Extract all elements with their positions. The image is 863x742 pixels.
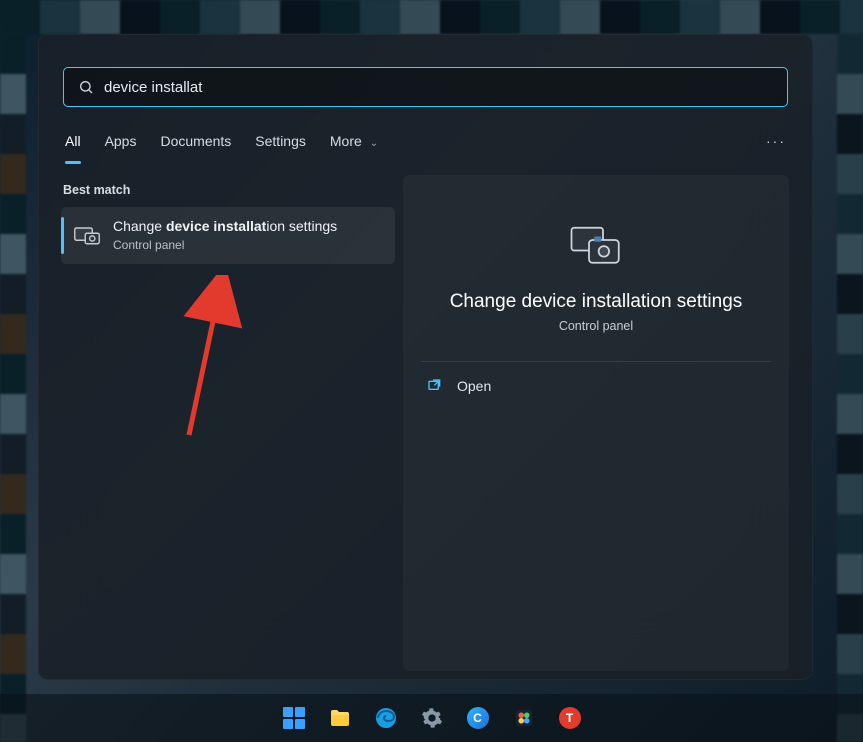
taskbar-app-colorful[interactable] xyxy=(510,704,538,732)
device-settings-icon xyxy=(73,221,101,249)
preview-title: Change device installation settings xyxy=(450,291,743,313)
search-icon xyxy=(78,79,94,95)
start-search-panel: All Apps Documents Settings More ⌄ ··· B… xyxy=(38,34,813,680)
result-change-device-installation-settings[interactable]: Change device installation settings Cont… xyxy=(61,207,395,264)
colorful-app-icon xyxy=(513,707,535,729)
result-preview-panel: Change device installation settings Cont… xyxy=(403,175,789,671)
result-title-suffix: ion settings xyxy=(266,218,337,234)
device-settings-large-icon xyxy=(568,221,624,273)
result-title-match: device installat xyxy=(166,218,266,234)
taskbar-cortana[interactable]: C xyxy=(464,704,492,732)
desktop-wallpaper-right xyxy=(837,34,863,742)
preview-subtitle: Control panel xyxy=(559,319,633,333)
result-title: Change device installation settings xyxy=(113,218,337,236)
tab-more-label: More xyxy=(330,133,362,149)
preview-header: Change device installation settings Cont… xyxy=(421,193,771,355)
tab-documents[interactable]: Documents xyxy=(160,133,231,149)
taskbar-edge[interactable] xyxy=(372,704,400,732)
result-subtitle: Control panel xyxy=(113,238,337,253)
filter-tabs: All Apps Documents Settings More ⌄ ··· xyxy=(63,127,788,164)
divider xyxy=(421,361,771,362)
open-icon xyxy=(427,378,443,394)
edge-icon xyxy=(374,706,398,730)
search-box[interactable] xyxy=(63,67,788,107)
annotation-arrow xyxy=(149,275,249,445)
more-options-button[interactable]: ··· xyxy=(766,133,786,149)
taskbar-start-button[interactable] xyxy=(280,704,308,732)
windows-logo-icon xyxy=(283,707,305,729)
tab-apps[interactable]: Apps xyxy=(105,133,137,149)
section-best-match: Best match xyxy=(63,183,130,197)
chevron-down-icon: ⌄ xyxy=(370,138,378,149)
tab-more[interactable]: More ⌄ xyxy=(330,133,378,149)
tab-all[interactable]: All xyxy=(65,133,81,149)
results-list: Change device installation settings Cont… xyxy=(61,207,395,264)
action-open-label: Open xyxy=(457,378,491,394)
taskbar-file-explorer[interactable] xyxy=(326,704,354,732)
taskbar-settings[interactable] xyxy=(418,704,446,732)
tab-settings[interactable]: Settings xyxy=(255,133,306,149)
stop-sign-icon: T xyxy=(559,707,581,729)
desktop-wallpaper-left xyxy=(0,34,26,742)
taskbar-app-t[interactable]: T xyxy=(556,704,584,732)
search-input[interactable] xyxy=(104,79,773,96)
cortana-icon: C xyxy=(467,707,489,729)
desktop-wallpaper-top xyxy=(0,0,863,34)
gear-icon xyxy=(421,707,443,729)
taskbar: C T xyxy=(0,694,863,742)
folder-icon xyxy=(328,706,352,730)
result-text: Change device installation settings Cont… xyxy=(113,218,337,253)
result-title-prefix: Change xyxy=(113,218,166,234)
action-open[interactable]: Open xyxy=(421,368,771,404)
